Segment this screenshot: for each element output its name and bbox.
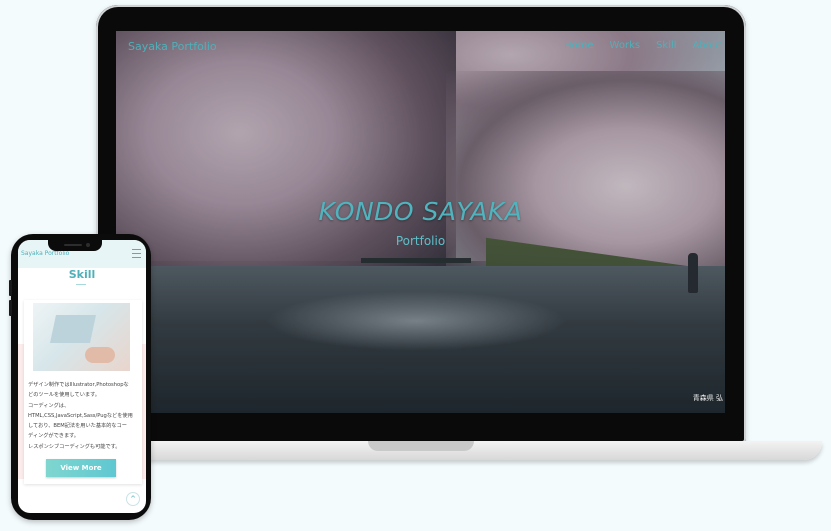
- description-line: レスポンシブコーディングも可能です。: [28, 443, 121, 450]
- laptop-screen: Sayaka Portfolio Home Works Skill About …: [116, 31, 725, 413]
- skill-image: [33, 303, 130, 371]
- hero-subtitle: Portfolio: [395, 234, 446, 248]
- description-line: デザイン制作ではIllustrator,Photoshopな: [28, 382, 129, 388]
- hamburger-icon[interactable]: [132, 249, 141, 258]
- description-line: しており、BEM記法を用いた基本的なコー: [28, 423, 127, 430]
- nav-home[interactable]: Home: [564, 40, 594, 51]
- skill-description: デザイン制作ではIllustrator,Photoshopな どのツールを使用し…: [28, 380, 140, 452]
- nav-works[interactable]: Works: [610, 40, 641, 51]
- view-more-button[interactable]: View More: [46, 459, 116, 477]
- phone-side-button: [9, 280, 12, 296]
- photo-caption: 青森県 弘: [692, 394, 723, 402]
- phone-site-logo[interactable]: Sayaka Portfolio: [21, 250, 69, 257]
- nav-about[interactable]: About: [693, 40, 723, 51]
- site-nav: Home Works Skill About: [564, 40, 725, 51]
- description-line: HTML,CSS,JavaScript,Sass/Pugなどを使用: [28, 412, 133, 419]
- phone-side-button: [9, 300, 12, 316]
- laptop-notch: [368, 441, 474, 451]
- section-title: Skill: [68, 268, 96, 281]
- title-divider: [76, 284, 86, 285]
- chevron-up-icon[interactable]: ^: [126, 492, 140, 506]
- description-line: どのツールを使用しています。: [28, 392, 100, 399]
- hero-title: KONDO SAYAKA: [318, 197, 523, 226]
- description-line: ディングができます。: [28, 433, 79, 440]
- description-line: コーディングは、: [28, 402, 70, 409]
- camera-icon: [86, 243, 90, 247]
- nav-skill[interactable]: Skill: [656, 40, 676, 51]
- speaker-grille: [64, 244, 82, 246]
- phone-screen: Sayaka Portfolio Skill デザイン制作ではIllustrat…: [18, 240, 146, 513]
- site-logo[interactable]: Sayaka Portfolio: [128, 40, 217, 53]
